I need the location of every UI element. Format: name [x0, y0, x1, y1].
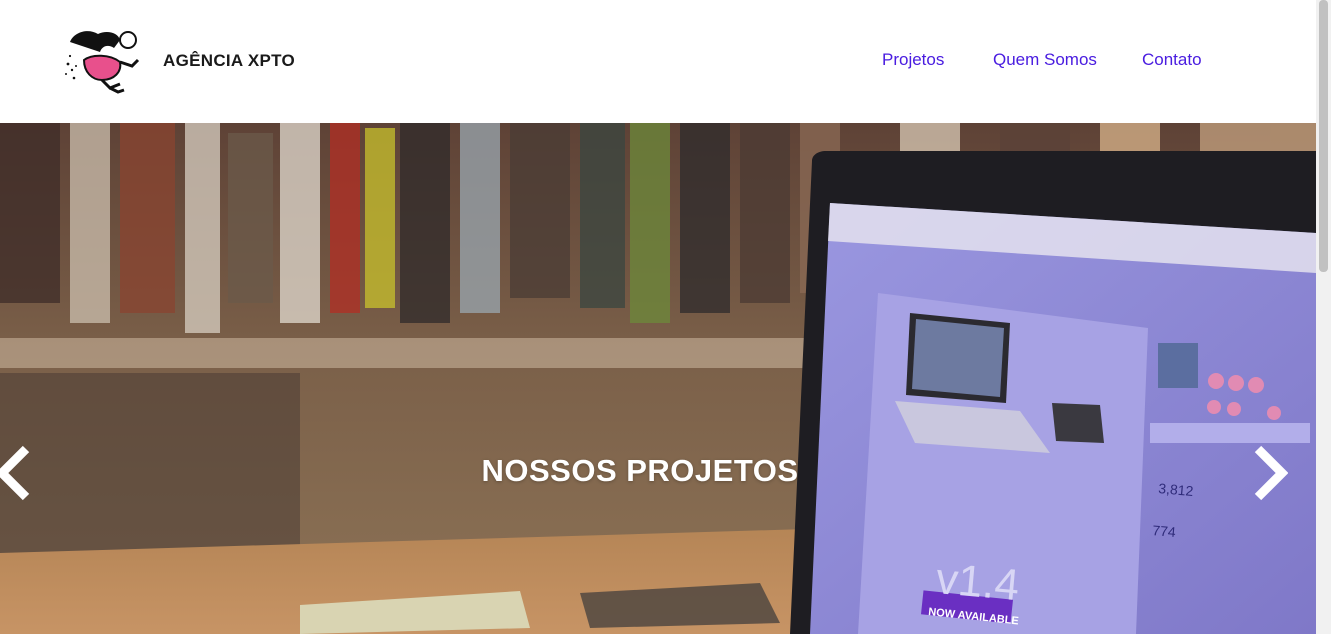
carousel-prev-button[interactable] — [0, 445, 32, 501]
hero-carousel: NOSSOS PROJETOS 3,812 774 v1.4 NOW AVAIL… — [0, 123, 1316, 634]
site-header: AGÊNCIA XPTO Projetos Quem Somos Contato — [0, 0, 1316, 123]
chevron-left-icon — [0, 445, 30, 501]
chevron-right-icon — [1254, 445, 1289, 501]
nav-link-quem-somos[interactable]: Quem Somos — [993, 50, 1097, 70]
nav-link-projetos[interactable]: Projetos — [882, 50, 944, 70]
scrollbar-thumb[interactable] — [1319, 0, 1328, 272]
main-nav: Projetos Quem Somos Contato — [0, 50, 1316, 74]
carousel-next-button[interactable] — [1252, 445, 1289, 501]
nav-link-contato[interactable]: Contato — [1142, 50, 1202, 70]
page: AGÊNCIA XPTO Projetos Quem Somos Contato — [0, 0, 1316, 634]
hero-title: NOSSOS PROJETOS — [481, 453, 799, 488]
page-scrollbar[interactable] — [1316, 0, 1331, 634]
hero-background-image — [0, 123, 1316, 634]
